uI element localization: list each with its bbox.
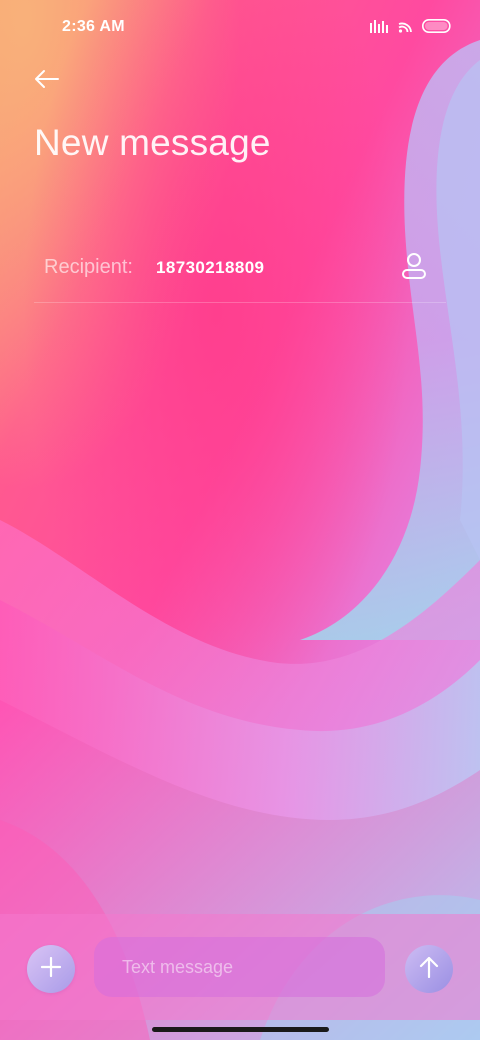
plus-icon bbox=[40, 956, 62, 982]
home-indicator[interactable] bbox=[152, 1027, 329, 1032]
contact-picker-button[interactable] bbox=[396, 250, 432, 286]
message-input[interactable] bbox=[94, 937, 385, 997]
page-title: New message bbox=[34, 122, 271, 163]
back-arrow-icon bbox=[34, 69, 60, 94]
back-button[interactable] bbox=[30, 64, 64, 98]
attach-button[interactable] bbox=[27, 945, 75, 993]
contact-person-icon bbox=[401, 252, 427, 285]
recipient-row[interactable]: Recipient: 18730218809 bbox=[34, 240, 446, 303]
status-time: 2:36 AM bbox=[62, 18, 125, 35]
recipient-value[interactable]: 18730218809 bbox=[156, 258, 264, 278]
battery-icon bbox=[422, 18, 452, 38]
wifi-icon bbox=[398, 19, 412, 38]
send-button[interactable] bbox=[405, 945, 453, 993]
message-composer bbox=[0, 914, 480, 1020]
status-bar: 2:36 AM bbox=[0, 0, 480, 56]
recipient-label: Recipient: bbox=[44, 256, 133, 278]
signal-icon bbox=[370, 19, 388, 38]
send-arrow-up-icon bbox=[419, 956, 439, 983]
status-icons bbox=[370, 18, 452, 38]
